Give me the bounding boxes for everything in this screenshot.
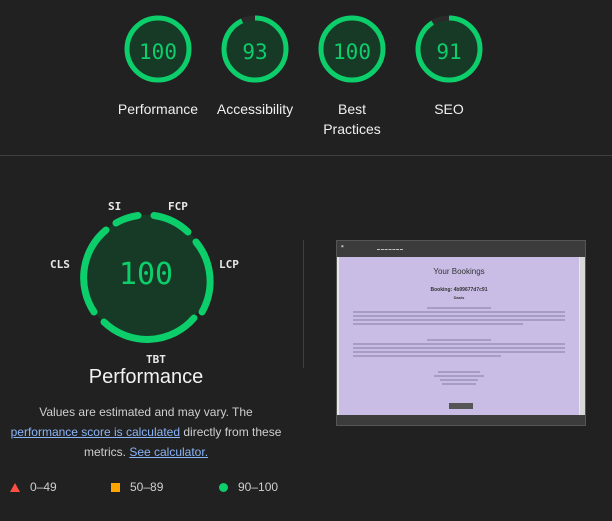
thumbnail-button bbox=[449, 403, 473, 409]
square-icon bbox=[111, 483, 120, 493]
legend-fail: 0–49 bbox=[10, 480, 57, 494]
vertical-divider bbox=[303, 240, 304, 368]
thumbnail-logo: ▣ bbox=[341, 244, 344, 248]
thumbnail-scrollbar bbox=[580, 257, 585, 415]
thumbnail-status: Dasis bbox=[453, 295, 465, 300]
score-value: 93 bbox=[242, 40, 268, 64]
legend-average-label: 50–89 bbox=[130, 480, 164, 494]
thumbnail-text-block bbox=[353, 305, 565, 327]
performance-gauge: SI FCP LCP TBT CLS 100 bbox=[40, 190, 260, 375]
legend-fail-label: 0–49 bbox=[30, 480, 57, 494]
legend-pass-label: 90–100 bbox=[238, 480, 279, 494]
section-divider bbox=[0, 155, 612, 156]
explanation-text: Values are estimated and may vary. The bbox=[39, 405, 253, 419]
category-scores: 100 Performance 93 Accessibility 100 Bes… bbox=[0, 0, 612, 155]
legend-average: 50–89 bbox=[111, 480, 163, 494]
thumbnail-footer bbox=[337, 415, 585, 425]
thumbnail-nav-links: ▬ ▬ ▬ ▬ ▬ ▬ ▬ bbox=[377, 247, 404, 251]
thumbnail-content: Your Bookings Booking: 4b99677d7c91 Dasi… bbox=[339, 257, 579, 415]
metric-fcp: FCP bbox=[168, 200, 188, 213]
see-calculator-link[interactable]: See calculator. bbox=[129, 445, 208, 459]
circle-icon bbox=[219, 483, 228, 493]
thumbnail-navbar: ▣ ▬ ▬ ▬ ▬ ▬ ▬ ▬ bbox=[337, 241, 585, 257]
page-screenshot-thumbnail[interactable]: ▣ ▬ ▬ ▬ ▬ ▬ ▬ ▬ Your Bookings Booking: 4… bbox=[336, 240, 586, 426]
gauge-seo[interactable]: 91 SEO bbox=[394, 14, 504, 119]
performance-score: 100 bbox=[118, 257, 174, 292]
gauge-accessibility[interactable]: 93 Accessibility bbox=[200, 14, 310, 119]
score-value: 91 bbox=[436, 40, 462, 64]
score-label: Performance bbox=[117, 101, 199, 117]
gauge-best-practices[interactable]: 100 Best Practices bbox=[297, 14, 407, 139]
score-explanation: Values are estimated and may vary. The p… bbox=[0, 402, 292, 462]
legend-pass: 90–100 bbox=[219, 480, 278, 494]
triangle-icon bbox=[10, 483, 20, 493]
performance-title: Performance bbox=[88, 366, 204, 388]
thumbnail-text-block bbox=[353, 337, 565, 359]
metric-tbt: TBT bbox=[146, 353, 166, 366]
score-label: Accessibility bbox=[216, 101, 294, 117]
gauge-performance[interactable]: 100 Performance bbox=[103, 14, 213, 119]
thumbnail-details bbox=[353, 369, 565, 387]
metric-si: SI bbox=[108, 200, 122, 213]
score-label: Best Practices bbox=[323, 101, 381, 137]
score-value: 100 bbox=[139, 40, 177, 64]
score-calculated-link[interactable]: performance score is calculated bbox=[11, 425, 180, 439]
score-label: SEO bbox=[434, 101, 464, 117]
thumbnail-title: Your Bookings bbox=[433, 267, 485, 276]
thumbnail-booking-id: Booking: 4b99677d7c91 bbox=[430, 287, 488, 293]
score-value: 100 bbox=[333, 40, 371, 64]
